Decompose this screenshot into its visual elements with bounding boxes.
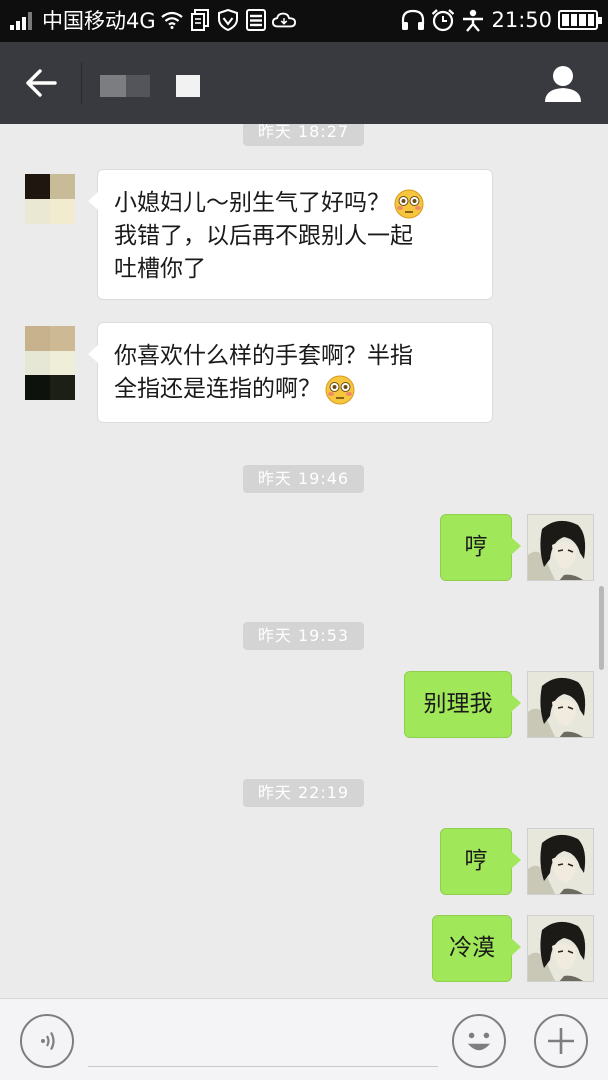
message-list[interactable]: 昨天 18:27 小媳妇儿～别生气了好吗？ 我错了，以后再不跟别人一起 吐槽你了… <box>0 124 608 998</box>
timestamp: 昨天 22:19 <box>243 779 364 807</box>
contact-avatar[interactable] <box>25 174 75 224</box>
incoming-message-bubble[interactable]: 小媳妇儿～别生气了好吗？ 我错了，以后再不跟别人一起 吐槽你了 <box>88 169 493 300</box>
my-avatar[interactable] <box>527 915 594 982</box>
contact-name-block <box>126 75 150 97</box>
voice-button[interactable] <box>20 1014 74 1068</box>
plus-icon <box>548 1028 574 1054</box>
my-avatar[interactable] <box>527 828 594 895</box>
timestamp: 昨天 19:53 <box>243 622 364 650</box>
signal-icon <box>10 10 32 30</box>
message-input[interactable] <box>88 1066 438 1067</box>
cloud-icon <box>271 8 296 32</box>
status-bar-left: 中国移动4G <box>10 5 296 35</box>
more-button[interactable] <box>534 1014 588 1068</box>
anime-avatar-image <box>528 829 593 894</box>
status-bar: 中国移动4G 21:50 <box>0 0 608 42</box>
my-avatar[interactable] <box>527 671 594 738</box>
list-icon <box>244 8 268 32</box>
contact-name-block <box>176 75 200 97</box>
contact-name-block <box>100 75 126 97</box>
message-line: 小媳妇儿～别生气了好吗？ <box>114 187 476 220</box>
emoji-button[interactable] <box>452 1014 506 1068</box>
anime-avatar-image <box>528 672 593 737</box>
person-icon <box>461 8 485 32</box>
wifi-icon <box>160 8 184 32</box>
voice-icon <box>41 1031 55 1051</box>
user-icon <box>545 66 581 102</box>
flushed-face-icon <box>325 375 355 405</box>
carrier-label: 中国移动4G <box>42 9 156 33</box>
contact-avatar[interactable] <box>25 326 75 400</box>
emoji-icon <box>467 1032 491 1051</box>
timestamp: 昨天 19:46 <box>243 465 364 493</box>
back-arrow-icon <box>26 69 57 97</box>
my-avatar[interactable] <box>527 514 594 581</box>
chat-header <box>0 42 608 124</box>
chat-scrollbar[interactable] <box>599 586 604 670</box>
status-bar-right: 21:50 <box>401 5 602 35</box>
header-divider <box>81 62 82 104</box>
battery-icon <box>558 10 602 30</box>
alarm-icon <box>431 8 455 32</box>
message-line: 全指还是连指的啊？ <box>114 373 476 406</box>
outgoing-message-bubble[interactable]: 别理我 <box>404 671 521 738</box>
message-line: 吐槽你了 <box>114 256 206 282</box>
message-line: 我错了，以后再不跟别人一起 <box>114 223 413 249</box>
timestamp: 昨天 18:27 <box>243 124 364 146</box>
outgoing-message-bubble[interactable]: 冷漠 <box>432 915 521 982</box>
anime-avatar-image <box>528 515 593 580</box>
message-line: 你喜欢什么样的手套啊？半指 <box>114 343 413 369</box>
input-bar <box>0 998 608 1080</box>
status-time: 21:50 <box>491 8 552 32</box>
shield-icon <box>216 8 240 32</box>
profile-button[interactable] <box>542 64 584 104</box>
anime-avatar-image <box>528 916 593 981</box>
outgoing-message-bubble[interactable]: 哼 <box>440 828 521 895</box>
back-button[interactable] <box>20 62 62 104</box>
headphones-icon <box>401 8 425 32</box>
document-icon <box>188 8 212 32</box>
incoming-message-bubble[interactable]: 你喜欢什么样的手套啊？半指 全指还是连指的啊？ <box>88 322 493 423</box>
outgoing-message-bubble[interactable]: 哼 <box>440 514 521 581</box>
flushed-face-icon <box>394 189 424 219</box>
